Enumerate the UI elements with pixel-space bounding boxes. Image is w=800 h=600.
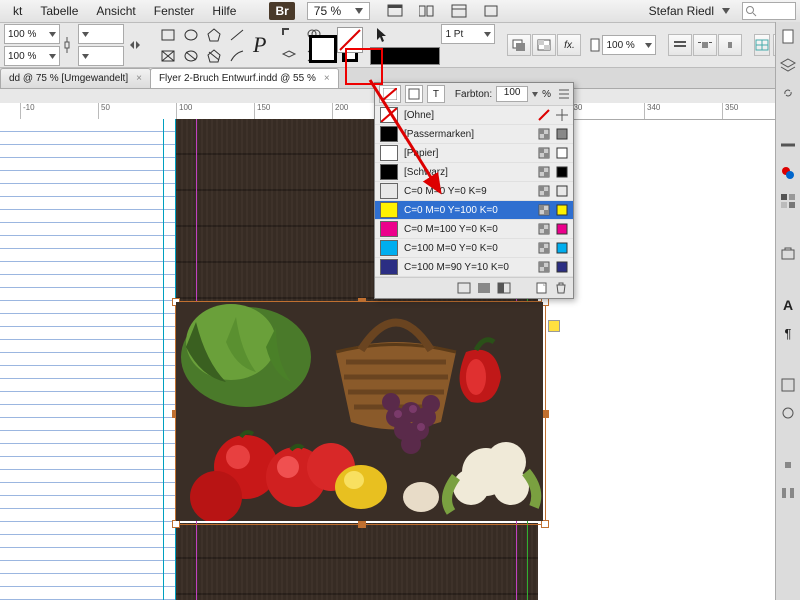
fx-button[interactable]: fx. [557, 34, 581, 56]
formatting-container-icon[interactable] [405, 85, 423, 103]
menu-bar: kt Tabelle Ansicht Fenster Hilfe Br 75 %… [0, 0, 800, 23]
user-name[interactable]: Stefan Riedl [649, 4, 714, 18]
effects-buttons: fx. [507, 34, 581, 56]
paragraph-style-icon[interactable]: P [253, 32, 266, 58]
tab-document-2[interactable]: Flyer 2-Bruch Entwurf.indd @ 55 %× [150, 68, 339, 88]
swatch-row[interactable]: C=100 M=90 Y=10 K=0 [375, 258, 573, 277]
stroke-panel-icon[interactable] [779, 136, 797, 154]
swatch-row[interactable]: C=0 M=0 Y=0 K=9 [375, 182, 573, 201]
swatch-row[interactable]: C=100 M=0 Y=0 K=0 [375, 239, 573, 258]
swatch-row[interactable]: [Passermarken] [375, 125, 573, 144]
scale-x-field[interactable]: 100 % [4, 24, 60, 44]
rect-frame-icon[interactable] [157, 46, 179, 66]
cursor-icon[interactable] [370, 25, 392, 45]
tint-slider-icon[interactable] [532, 90, 538, 98]
swatch-row[interactable]: [Ohne] [375, 106, 573, 125]
placed-image[interactable] [176, 302, 543, 521]
rect-tool-icon[interactable] [157, 25, 179, 45]
panel-dock: A ¶ [775, 22, 800, 600]
control-bar: 100 % 100 % P [0, 23, 800, 68]
swatches-footer [375, 277, 573, 298]
guide[interactable] [163, 119, 164, 600]
scale-y-field[interactable]: 100 % [4, 46, 60, 66]
new-tint-icon[interactable] [497, 282, 511, 294]
menu-item[interactable]: Ansicht [87, 4, 144, 18]
arrange-icon[interactable] [416, 1, 438, 21]
paragraph-panel-icon[interactable]: ¶ [779, 324, 797, 342]
pencil-tool-icon[interactable] [226, 46, 248, 66]
tint-value-field[interactable]: 100 [496, 86, 528, 102]
swatch-row[interactable]: C=0 M=100 Y=0 K=0 [375, 220, 573, 239]
zoom-select[interactable]: 75 % [307, 2, 370, 20]
menu-item[interactable]: Hilfe [203, 4, 245, 18]
cc-libraries-icon[interactable] [779, 244, 797, 262]
ellipse-tool-icon[interactable] [180, 25, 202, 45]
menu-item[interactable]: kt [4, 4, 31, 18]
swatch-row[interactable]: [Schwarz] [375, 163, 573, 182]
anchor-marker[interactable] [548, 320, 560, 332]
shear-field[interactable] [78, 46, 124, 66]
line-tool-icon[interactable] [226, 25, 248, 45]
wood-image-bottom [176, 523, 538, 600]
text-wrap-panel-icon[interactable] [779, 456, 797, 474]
object-styles-icon[interactable] [779, 376, 797, 394]
close-icon[interactable]: × [136, 73, 142, 84]
flip-h-icon[interactable] [127, 35, 143, 55]
fill-proxy-icon[interactable] [379, 85, 401, 103]
formatting-text-icon[interactable]: T [427, 85, 445, 103]
layers-panel-icon[interactable] [779, 56, 797, 74]
text-wrap-none-icon[interactable] [668, 34, 692, 56]
link-icon[interactable] [63, 35, 75, 55]
close-icon[interactable]: × [324, 73, 330, 84]
dropdown-icon[interactable] [480, 1, 502, 21]
new-swatch-icon[interactable] [457, 282, 471, 294]
panel-menu-icon[interactable] [559, 89, 569, 99]
pages-panel-icon[interactable] [779, 28, 797, 46]
view-options-icon[interactable] [448, 1, 470, 21]
swatch-row[interactable]: C=0 M=0 Y=100 K=0 [375, 201, 573, 220]
search-input[interactable] [742, 2, 796, 20]
stroke-weight-field[interactable]: 1 Pt [441, 24, 495, 44]
text-wrap-shape-icon[interactable] [718, 34, 742, 56]
swatches-panel[interactable]: T Farbton: 100 % [Ohne][Passermarken][Pa… [374, 82, 574, 299]
object-layer-icon[interactable] [278, 46, 300, 66]
new-gradient-icon[interactable] [477, 282, 491, 294]
drop-shadow-button[interactable] [507, 34, 531, 56]
bridge-badge[interactable]: Br [269, 2, 294, 20]
tint-unit: % [542, 89, 551, 100]
opacity-field[interactable]: 100 % [590, 35, 656, 55]
tint-label: Farbton: [455, 89, 492, 100]
swatches-panel-icon[interactable] [779, 192, 797, 210]
swatch-row[interactable]: [Papier] [375, 144, 573, 163]
delete-swatch-icon[interactable] [555, 282, 567, 294]
align-panel-icon[interactable] [779, 484, 797, 502]
chevron-down-icon[interactable] [722, 8, 730, 14]
color-panel-icon[interactable] [779, 164, 797, 182]
frame-grid-icon[interactable] [754, 34, 770, 56]
rotate-field[interactable] [78, 24, 124, 44]
character-panel-icon[interactable]: A [779, 296, 797, 314]
menu-item[interactable]: Tabelle [31, 4, 87, 18]
tab-document-1[interactable]: dd @ 75 % [Umgewandelt]× [0, 68, 151, 88]
polygon-tool-icon[interactable] [203, 25, 225, 45]
transparency-button[interactable] [532, 34, 556, 56]
polygon-frame-icon[interactable] [203, 46, 225, 66]
links-panel-icon[interactable] [779, 84, 797, 102]
new-page-icon[interactable] [535, 282, 549, 294]
screen-mode-icon[interactable] [384, 1, 406, 21]
text-wrap-bounding-icon[interactable] [693, 34, 717, 56]
effects-panel-icon[interactable] [779, 404, 797, 422]
search-icon [745, 5, 757, 17]
menu-item[interactable]: Fenster [145, 4, 204, 18]
ellipse-frame-icon[interactable] [180, 46, 202, 66]
stroke-style-select[interactable] [370, 47, 440, 65]
shape-tools [157, 25, 248, 66]
left-page-edge: document.write(Array.from({length:40}).m… [0, 119, 175, 600]
corner-options-icon[interactable] [278, 24, 300, 44]
